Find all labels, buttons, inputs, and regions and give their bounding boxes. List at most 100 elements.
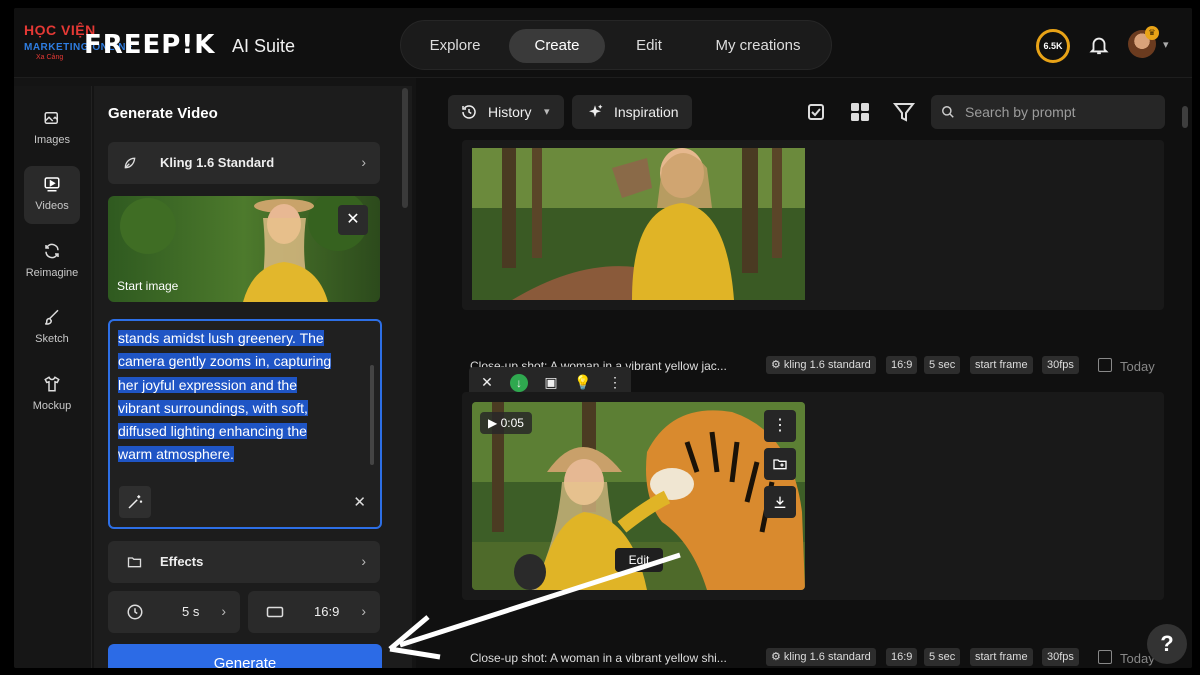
folder-icon — [127, 557, 142, 568]
prompt-line: warm atmosphere. — [118, 446, 234, 463]
chevron-down-icon[interactable]: ▾ — [1163, 38, 1169, 51]
chevron-down-icon: ▾ — [544, 106, 550, 118]
main-scrollbar[interactable] — [1182, 106, 1188, 128]
start-frame-tag: start frame — [970, 356, 1033, 374]
credits-badge[interactable]: 6.5K — [1036, 29, 1070, 63]
download-status-icon[interactable]: ↓ — [507, 370, 531, 394]
tool-label: Videos — [35, 200, 69, 212]
aspect-ratio-icon — [266, 606, 284, 618]
tool-videos[interactable]: Videos — [24, 166, 80, 224]
history-icon — [462, 105, 476, 119]
sparkle-icon — [589, 104, 603, 118]
start-frame-tag: start frame — [970, 648, 1033, 666]
tool-sketch[interactable]: Sketch — [24, 299, 80, 357]
main-nav: Explore Create Edit My creations — [400, 20, 832, 70]
tool-label: Reimagine — [25, 267, 79, 279]
inspiration-button[interactable]: Inspiration — [572, 95, 692, 129]
annotation-arrow — [388, 552, 681, 660]
image-icon — [44, 112, 58, 124]
model-tag: ⚙ kling 1.6 standard — [766, 356, 876, 374]
video-duration: ▶ 0:05 — [480, 412, 532, 434]
prompt-text: stands amidst lush greenery. The camera … — [118, 327, 358, 467]
history-label: History — [488, 104, 532, 120]
clock-icon — [127, 604, 143, 620]
nav-explore[interactable]: Explore — [415, 29, 495, 63]
aspect-value: 16:9 — [314, 604, 340, 619]
watermark-line3: Xa Cảng — [36, 54, 64, 61]
search-input[interactable]: Search by prompt — [931, 95, 1165, 129]
add-to-folder-button[interactable] — [764, 448, 796, 480]
chevron-right-icon: › — [361, 603, 366, 619]
fps-tag: 30fps — [1042, 356, 1079, 374]
video-icon — [44, 177, 60, 192]
model-selector[interactable]: Kling 1.6 Standard › — [108, 142, 380, 184]
creation-thumbnail[interactable] — [472, 148, 805, 300]
prompt-line: her joyful expression and the — [118, 376, 297, 393]
chevron-right-icon: › — [361, 553, 366, 569]
tool-rail: Images Videos Reimagine Sketch Mockup — [14, 86, 92, 668]
start-image-label: Start image — [117, 279, 179, 293]
chevron-right-icon: › — [221, 603, 226, 619]
tool-reimagine[interactable]: Reimagine — [24, 233, 80, 291]
tool-label: Mockup — [32, 400, 72, 412]
duration-tag: 5 sec — [924, 648, 961, 666]
brush-icon — [45, 309, 59, 325]
product-name: AI Suite — [232, 36, 296, 56]
start-image[interactable]: Start image ✕ — [108, 196, 380, 302]
remove-image-button[interactable]: ✕ — [338, 205, 368, 235]
nav-create[interactable]: Create — [509, 29, 605, 63]
tool-label: Sketch — [35, 333, 69, 345]
creation-item — [462, 140, 1164, 310]
generate-button[interactable]: Generate — [108, 644, 382, 668]
folder-plus-icon — [773, 459, 787, 470]
aspect-tag: 16:9 — [886, 356, 918, 374]
top-bar: HỌC VIỆN MARKETING ONLINE Xa Cảng FREEP!… — [14, 8, 1192, 78]
bell-icon[interactable] — [1088, 34, 1110, 56]
history-button[interactable]: History ▾ — [448, 95, 564, 129]
prompt-line: camera gently zooms in, capturing — [118, 353, 332, 370]
model-tag: ⚙ kling 1.6 standard — [766, 648, 876, 666]
model-icon — [124, 157, 136, 169]
download-icon — [774, 496, 786, 508]
duration-selector[interactable]: 5 s › — [108, 591, 240, 633]
more-icon[interactable]: ⋮ — [603, 370, 627, 394]
lightbulb-icon[interactable]: 💡 — [571, 370, 595, 394]
close-icon[interactable]: ✕ — [475, 370, 499, 394]
download-button[interactable] — [764, 486, 796, 518]
aspect-selector[interactable]: 16:9 › — [248, 591, 380, 633]
refresh-icon — [45, 243, 59, 259]
filter-icon[interactable] — [892, 100, 916, 124]
search-icon — [942, 106, 954, 118]
help-button[interactable]: ? — [1147, 624, 1187, 664]
duration-tag: 5 sec — [924, 356, 961, 374]
prompt-textarea[interactable]: stands amidst lush greenery. The camera … — [108, 319, 382, 529]
date-label: Today — [1120, 359, 1155, 374]
tool-mockup[interactable]: Mockup — [24, 366, 80, 424]
aspect-tag: 16:9 — [886, 648, 918, 666]
tshirt-icon — [44, 376, 60, 392]
prompt-line: vibrant surroundings, with soft, — [118, 399, 308, 416]
grid-view-icon[interactable] — [848, 100, 872, 124]
nav-edit[interactable]: Edit — [619, 29, 679, 63]
select-checkbox[interactable] — [1098, 650, 1112, 664]
clear-prompt-icon[interactable]: ✕ — [353, 493, 366, 511]
panel-scrollbar[interactable] — [402, 88, 408, 208]
prompt-scrollbar[interactable] — [370, 365, 374, 465]
select-checkbox[interactable] — [1098, 358, 1112, 372]
tool-images[interactable]: Images — [24, 100, 80, 158]
prompt-line: stands amidst lush greenery. The — [118, 330, 324, 346]
more-options-button[interactable]: ⋮ — [764, 410, 796, 442]
nav-my-creations[interactable]: My creations — [697, 29, 819, 63]
effects-label: Effects — [160, 554, 204, 569]
panel-title: Generate Video — [108, 105, 218, 122]
crown-icon: ♛ — [1145, 26, 1159, 40]
enhance-prompt-button[interactable] — [119, 486, 151, 518]
checkbox-select-icon[interactable] — [804, 100, 828, 124]
duration-value: 5 s — [182, 604, 200, 619]
magic-wand-icon — [128, 495, 143, 509]
freepik-logo[interactable]: FREEP!K — [84, 30, 215, 60]
folder-add-icon[interactable]: ▣ — [539, 370, 563, 394]
fps-tag: 30fps — [1042, 648, 1079, 666]
prompt-line: diffused lighting enhancing the — [118, 423, 307, 440]
effects-button[interactable]: Effects › — [108, 541, 380, 583]
